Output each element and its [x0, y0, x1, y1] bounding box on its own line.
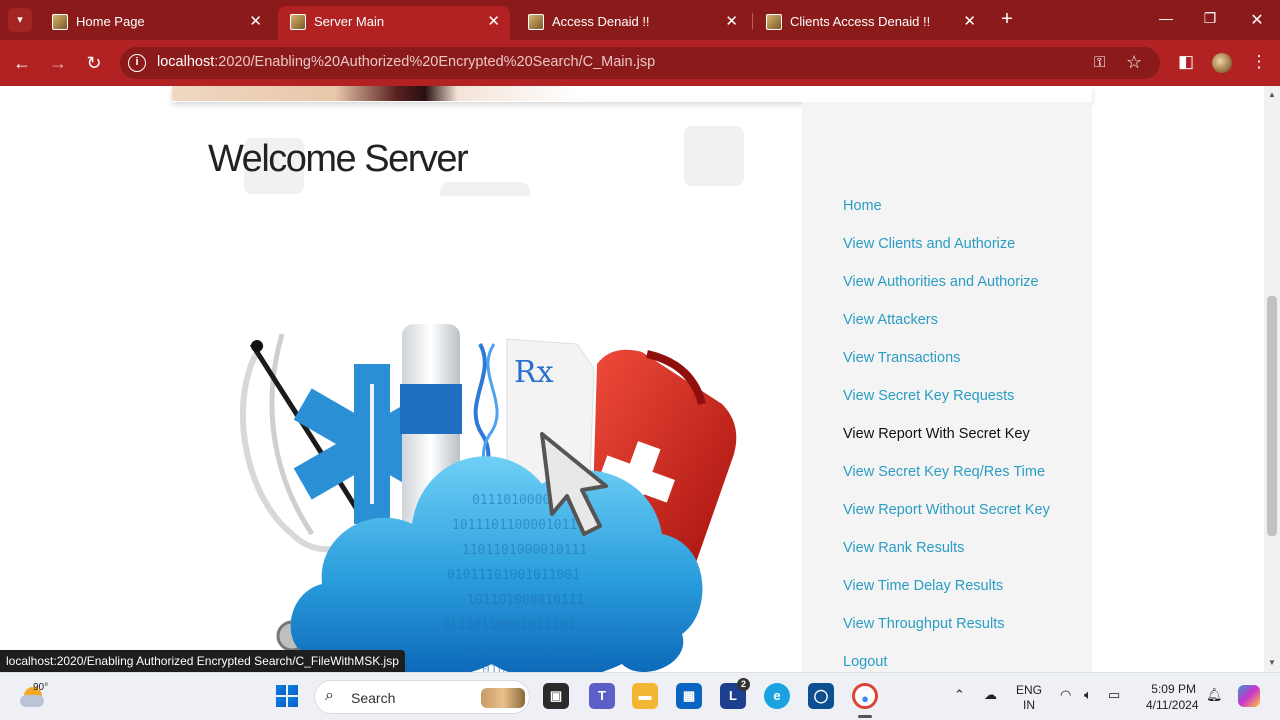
menu-item-view-authorities[interactable]: View Authorities and Authorize: [843, 274, 1039, 290]
teams-icon[interactable]: T: [589, 683, 615, 709]
cortana-icon[interactable]: ◯: [808, 683, 834, 709]
search-icon: ⌕: [325, 687, 334, 704]
tab-title: Access Denaid !!: [552, 14, 650, 29]
rx-symbol: Rx: [514, 355, 554, 390]
bookmark-star-icon[interactable]: ☆: [1126, 52, 1142, 73]
menu-item-view-throughput-results[interactable]: View Throughput Results: [843, 616, 1004, 632]
show-hidden-icons-chevron-icon[interactable]: ⌃: [954, 687, 965, 703]
weather-temperature: 90°: [33, 682, 49, 693]
tab-server-main[interactable]: Server Main ✕: [278, 6, 510, 40]
file-explorer-icon[interactable]: ▬: [632, 683, 658, 709]
wifi-icon[interactable]: ◠: [1060, 687, 1071, 703]
stethoscope-earpiece-shape: [251, 340, 263, 352]
tab-separator: [752, 13, 753, 29]
l-app-icon[interactable]: L2: [720, 678, 750, 709]
search-placeholder: Search: [351, 690, 396, 706]
svg-text:01011101001011001: 01011101001011001: [447, 568, 580, 583]
tab-title: Clients Access Denaid !!: [790, 14, 931, 29]
medical-cloud-illustration: Rx 011101000010110 1011101100001011 1101…: [239, 324, 737, 672]
menu-item-view-time-delay-results[interactable]: View Time Delay Results: [843, 578, 1003, 594]
menu-item-home[interactable]: Home: [843, 198, 882, 214]
edge-icon[interactable]: e: [764, 683, 790, 709]
minimize-icon[interactable]: —: [1156, 10, 1176, 26]
menu-item-view-report-with-secret-key[interactable]: View Report With Secret Key: [843, 426, 1030, 442]
close-icon[interactable]: ✕: [725, 12, 738, 30]
store-icon[interactable]: ▦: [676, 683, 702, 709]
scroll-up-icon[interactable]: ▲: [1268, 90, 1276, 99]
menu-dots-icon[interactable]: ⋮: [1248, 52, 1270, 72]
restore-icon[interactable]: ❐: [1200, 10, 1220, 27]
menu-item-view-transactions[interactable]: View Transactions: [843, 350, 960, 366]
svg-text:1101101000010111: 1101101000010111: [462, 543, 587, 558]
header-banner: [172, 86, 1092, 102]
start-windows-icon[interactable]: [276, 685, 298, 707]
tab-home-page[interactable]: Home Page ✕: [40, 6, 272, 40]
page-content: Welcome Server Rx 011101000010110 101110…: [0, 86, 1264, 672]
address-bar[interactable]: i localhost:2020/Enabling%20Authorized%2…: [120, 47, 1160, 79]
tab-clients-access-denaid[interactable]: Clients Access Denaid !! ✕: [754, 6, 986, 40]
tab-favicon: [766, 14, 782, 30]
close-icon[interactable]: ✕: [963, 12, 976, 30]
system-clock[interactable]: 5:09 PM 4/11/2024: [1146, 681, 1199, 713]
menu-item-view-clients[interactable]: View Clients and Authorize: [843, 236, 1015, 252]
battery-icon[interactable]: ▭: [1108, 687, 1120, 703]
taskbar-search-box[interactable]: ⌕ Search: [314, 680, 530, 714]
menu-item-view-secret-key-req-res-time[interactable]: View Secret Key Req/Res Time: [843, 464, 1045, 480]
tab-favicon: [528, 14, 544, 30]
menu-item-view-attackers[interactable]: View Attackers: [843, 312, 938, 328]
forward-icon[interactable]: →: [47, 52, 69, 74]
close-icon[interactable]: ✕: [249, 12, 262, 30]
notification-badge: 2: [737, 678, 750, 691]
close-icon[interactable]: ✕: [487, 12, 500, 30]
window-close-icon[interactable]: ✕: [1247, 10, 1267, 30]
password-key-icon[interactable]: ⚿: [1094, 54, 1105, 71]
notifications-bell-icon[interactable]: 🔔︎: [1206, 687, 1223, 703]
tab-favicon: [52, 14, 68, 30]
volume-icon[interactable]: 🔈︎: [1084, 687, 1092, 703]
site-info-icon[interactable]: i: [128, 54, 146, 72]
task-view-icon[interactable]: ▣: [543, 683, 569, 709]
taskbar: 90° ⌕ Search ▣ T ▬ ▦ L2 e ◯ ● ⌃ ☁ ENG IN…: [0, 672, 1280, 720]
scrollbar-thumb[interactable]: [1267, 296, 1277, 536]
new-tab-button[interactable]: +: [996, 8, 1018, 30]
tab-search-button[interactable]: ▾: [8, 8, 32, 32]
svg-text:0101110101001011: 0101110101001011: [482, 663, 607, 672]
onedrive-cloud-icon[interactable]: ☁: [984, 687, 997, 703]
copilot-icon[interactable]: [1238, 685, 1260, 707]
tab-title: Server Main: [314, 14, 385, 29]
status-link-preview: localhost:2020/Enabling Authorized Encry…: [0, 650, 405, 672]
active-app-indicator: [858, 715, 872, 718]
side-panel-icon[interactable]: ◧: [1175, 52, 1197, 72]
stethoscope-tube-shape: [269, 333, 315, 536]
menu-item-view-rank-results[interactable]: View Rank Results: [843, 540, 964, 556]
reload-icon[interactable]: ↻: [83, 52, 105, 74]
scroll-down-icon[interactable]: ▼: [1268, 658, 1276, 667]
language-indicator[interactable]: ENG IN: [1016, 683, 1042, 713]
menu-item-view-report-without-secret-key[interactable]: View Report Without Secret Key: [843, 502, 1050, 518]
tab-access-denaid[interactable]: Access Denaid !! ✕: [516, 6, 748, 40]
menu-item-logout[interactable]: Logout: [843, 654, 887, 670]
tab-favicon: [290, 14, 306, 30]
tab-strip: ▾ Home Page ✕ Server Main ✕ Access Denai…: [0, 0, 1280, 40]
svg-text:1011000010111010: 1011000010111010: [462, 643, 587, 658]
back-icon[interactable]: ←: [11, 52, 33, 74]
chrome-icon[interactable]: ●: [852, 683, 878, 709]
svg-text:101101000010111: 101101000010111: [467, 593, 584, 608]
search-highlight-image: [481, 688, 525, 708]
page-title: Welcome Server: [208, 138, 469, 180]
decorative-shape: [684, 126, 744, 186]
profile-avatar[interactable]: [1212, 53, 1232, 73]
tab-title: Home Page: [76, 14, 145, 29]
menu-item-view-secret-key-requests[interactable]: View Secret Key Requests: [843, 388, 1014, 404]
bottle-label-shape: [400, 384, 462, 434]
decorative-shape: [440, 182, 530, 196]
svg-text:01110110001011101: 01110110001011101: [442, 618, 575, 633]
browser-toolbar: ← → ↻ i localhost:2020/Enabling%20Author…: [0, 40, 1280, 86]
page-scrollbar[interactable]: ▲ ▼: [1264, 86, 1280, 672]
url-text[interactable]: localhost:2020/Enabling%20Authorized%20E…: [157, 54, 655, 70]
svg-text:1011101100001011: 1011101100001011: [452, 518, 577, 533]
banner-image: [172, 86, 580, 101]
